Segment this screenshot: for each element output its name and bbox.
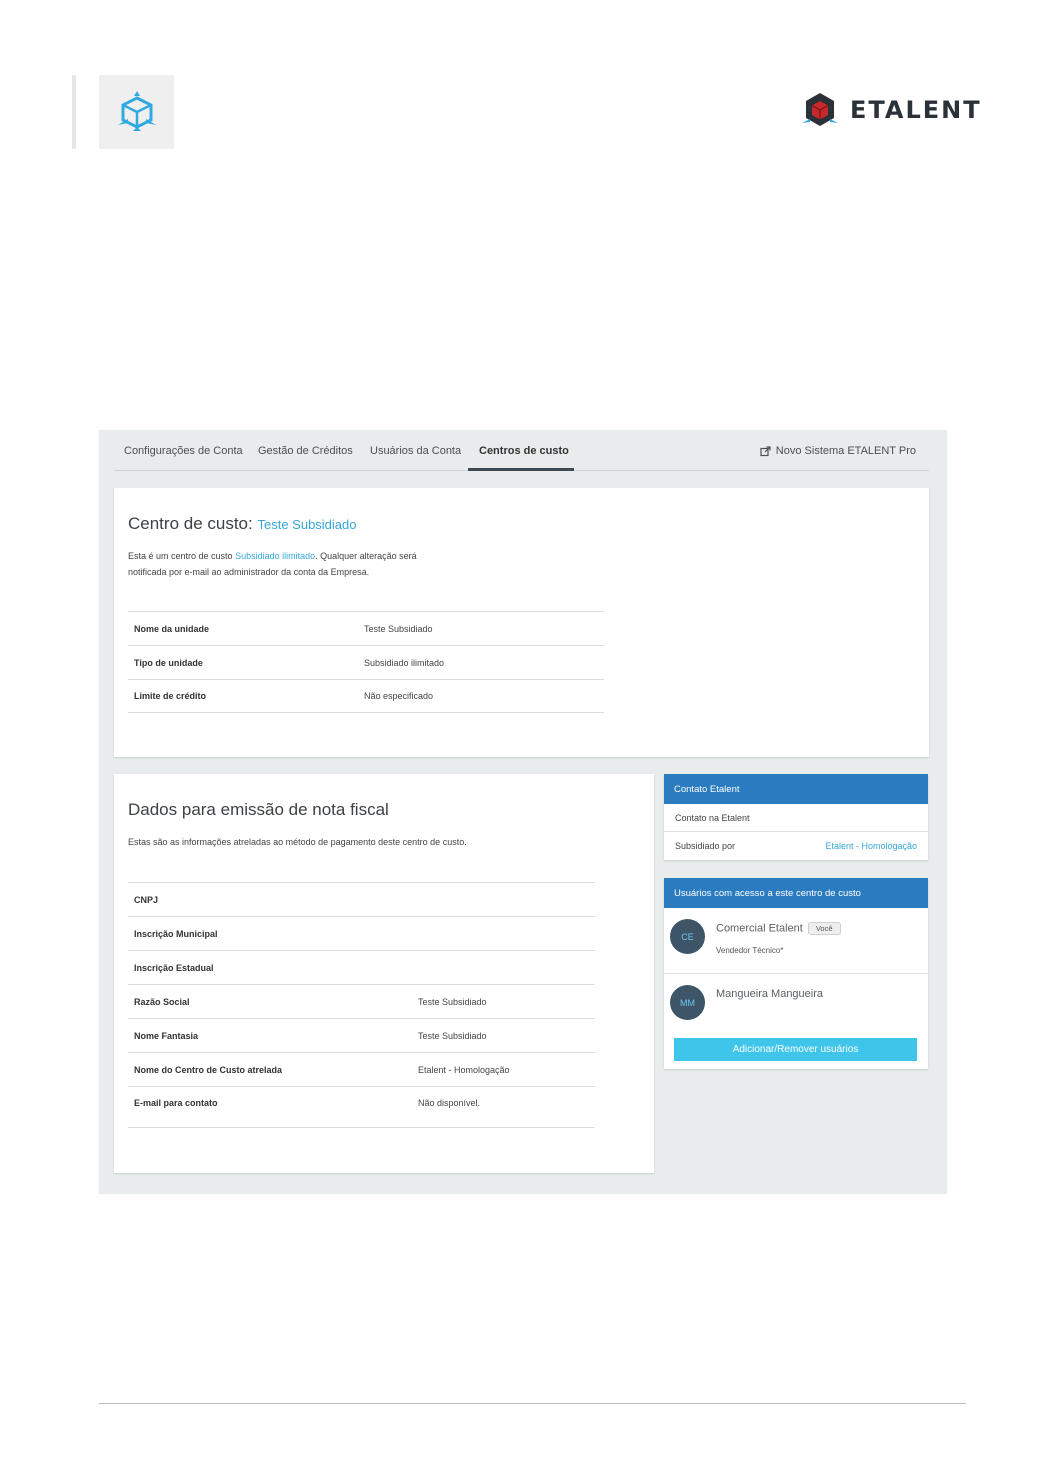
description-text: . Qualquer alteração será: [315, 551, 417, 561]
company-logo: [99, 75, 174, 149]
subsidy-type-link[interactable]: Subsidiado ilimitado: [235, 551, 315, 561]
table-row: Razão Social Teste Subsidiado: [128, 984, 595, 1018]
contact-label: Contato na Etalent: [675, 812, 750, 823]
users-panel-title: Usuários com acesso a este centro de cus…: [664, 878, 928, 908]
row-key: Limite de crédito: [134, 691, 207, 701]
user-name: Comercial Etalent Você: [716, 922, 841, 935]
footer-divider: [99, 1403, 966, 1404]
cost-center-card: Centro de custo: Teste Subsidiado Esta é…: [114, 488, 929, 757]
table-row: Inscrição Estadual: [128, 950, 595, 984]
row-key: Tipo de unidade: [134, 657, 203, 668]
row-key: Nome da unidade: [134, 623, 210, 634]
row-value: Não disponível.: [418, 1098, 481, 1108]
user-name-text: Comercial Etalent: [716, 922, 803, 935]
table-row: Nome Fantasia Teste Subsidiado: [128, 1018, 595, 1052]
user-item: MM Mangueira Mangueira: [664, 974, 928, 1032]
row-value: Teste Subsidiado: [418, 1030, 487, 1041]
contact-panel-title: Contato Etalent: [664, 774, 928, 804]
brand-cube-icon: [802, 93, 838, 126]
new-system-link[interactable]: Novo Sistema ETALENT Pro: [760, 445, 916, 457]
row-key: Nome do Centro de Custo atrelada: [134, 1064, 283, 1075]
cost-center-description: Esta é um centro de custo Subsidiado ili…: [128, 548, 417, 580]
description-text: notificada por e-mail ao administrador d…: [128, 567, 370, 577]
new-system-link-label: Novo Sistema ETALENT Pro: [775, 445, 916, 457]
external-link-icon: [760, 445, 771, 456]
user-item: CE Comercial Etalent Você Vendedor Técnic…: [664, 908, 928, 974]
row-value: Teste Subsidiado: [364, 623, 433, 634]
table-row: Tipo de unidade Subsidiado ilimitado: [128, 645, 604, 679]
brand-logo: ETALENT: [800, 88, 982, 132]
invoice-description: Estas são as informações atreladas ao mé…: [128, 837, 467, 847]
user-role: Vendedor Técnico*: [716, 946, 784, 955]
contact-row: Contato na Etalent: [664, 804, 928, 832]
cost-center-title: Centro de custo: Teste Subsidiado: [128, 514, 357, 534]
row-value: Subsidiado ilimitado: [364, 657, 445, 668]
row-value: Teste Subsidiado: [418, 996, 487, 1007]
tab-account-users[interactable]: Usuários da Conta: [370, 445, 461, 457]
row-key: CNPJ: [134, 894, 159, 905]
tab-cost-centers[interactable]: Centros de custo: [479, 445, 569, 457]
active-tab-indicator: [468, 468, 574, 471]
row-key: Nome Fantasia: [134, 1030, 199, 1041]
table-row: Nome da unidade Teste Subsidiado: [128, 611, 604, 645]
subsidized-by-row: Subsidiado por Etalent - Homologação: [664, 832, 928, 860]
avatar: MM: [670, 985, 705, 1020]
tab-credit-management[interactable]: Gestão de Créditos: [258, 445, 353, 457]
invoice-details-table: CNPJ Inscrição Municipal Inscrição Estad…: [128, 882, 595, 1128]
contact-panel: Contato Etalent Contato na Etalent Subsi…: [664, 774, 928, 860]
table-row: Inscrição Municipal: [128, 916, 595, 950]
row-value: Etalent - Homologação: [418, 1064, 510, 1075]
table-row: Limite de crédito Não especificado: [128, 679, 604, 713]
table-row: CNPJ: [128, 882, 595, 916]
subsidized-by-link[interactable]: Etalent - Homologação: [825, 841, 917, 851]
avatar: CE: [670, 919, 705, 954]
invoice-title: Dados para emissão de nota fiscal: [128, 800, 389, 819]
row-key: Inscrição Estadual: [134, 962, 214, 973]
tab-account-settings[interactable]: Configurações de Conta: [124, 445, 243, 457]
table-row: Nome do Centro de Custo atrelada Etalent…: [128, 1052, 595, 1086]
row-key: E-mail para contato: [134, 1098, 218, 1108]
header-divider: [72, 75, 76, 149]
cost-center-details-table: Nome da unidade Teste Subsidiado Tipo de…: [128, 611, 604, 713]
cube-logo-icon: [117, 91, 156, 131]
users-panel: Usuários com acesso a este centro de cus…: [664, 878, 928, 1069]
user-name: Mangueira Mangueira: [716, 988, 824, 1000]
cost-center-title-prefix: Centro de custo:: [128, 514, 253, 533]
cost-center-name[interactable]: Teste Subsidiado: [257, 517, 356, 532]
row-value: Não especificado: [364, 691, 434, 701]
add-remove-users-button[interactable]: Adicionar/Remover usuários: [674, 1038, 917, 1061]
app-frame: Configurações de Conta Gestão de Crédito…: [99, 430, 947, 1194]
row-key: Razão Social: [134, 996, 190, 1007]
description-text: Esta é um centro de custo: [128, 551, 236, 561]
table-row: E-mail para contato Não disponível.: [128, 1086, 595, 1128]
subsidized-by-label: Subsidiado por: [675, 841, 736, 851]
invoice-data-card: Dados para emissão de nota fiscal Estas …: [114, 774, 654, 1173]
tab-bar: Configurações de Conta Gestão de Crédito…: [114, 430, 929, 471]
brand-name: ETALENT: [850, 96, 982, 124]
current-user-badge: Você: [807, 922, 841, 935]
row-key: Inscrição Municipal: [134, 928, 218, 939]
